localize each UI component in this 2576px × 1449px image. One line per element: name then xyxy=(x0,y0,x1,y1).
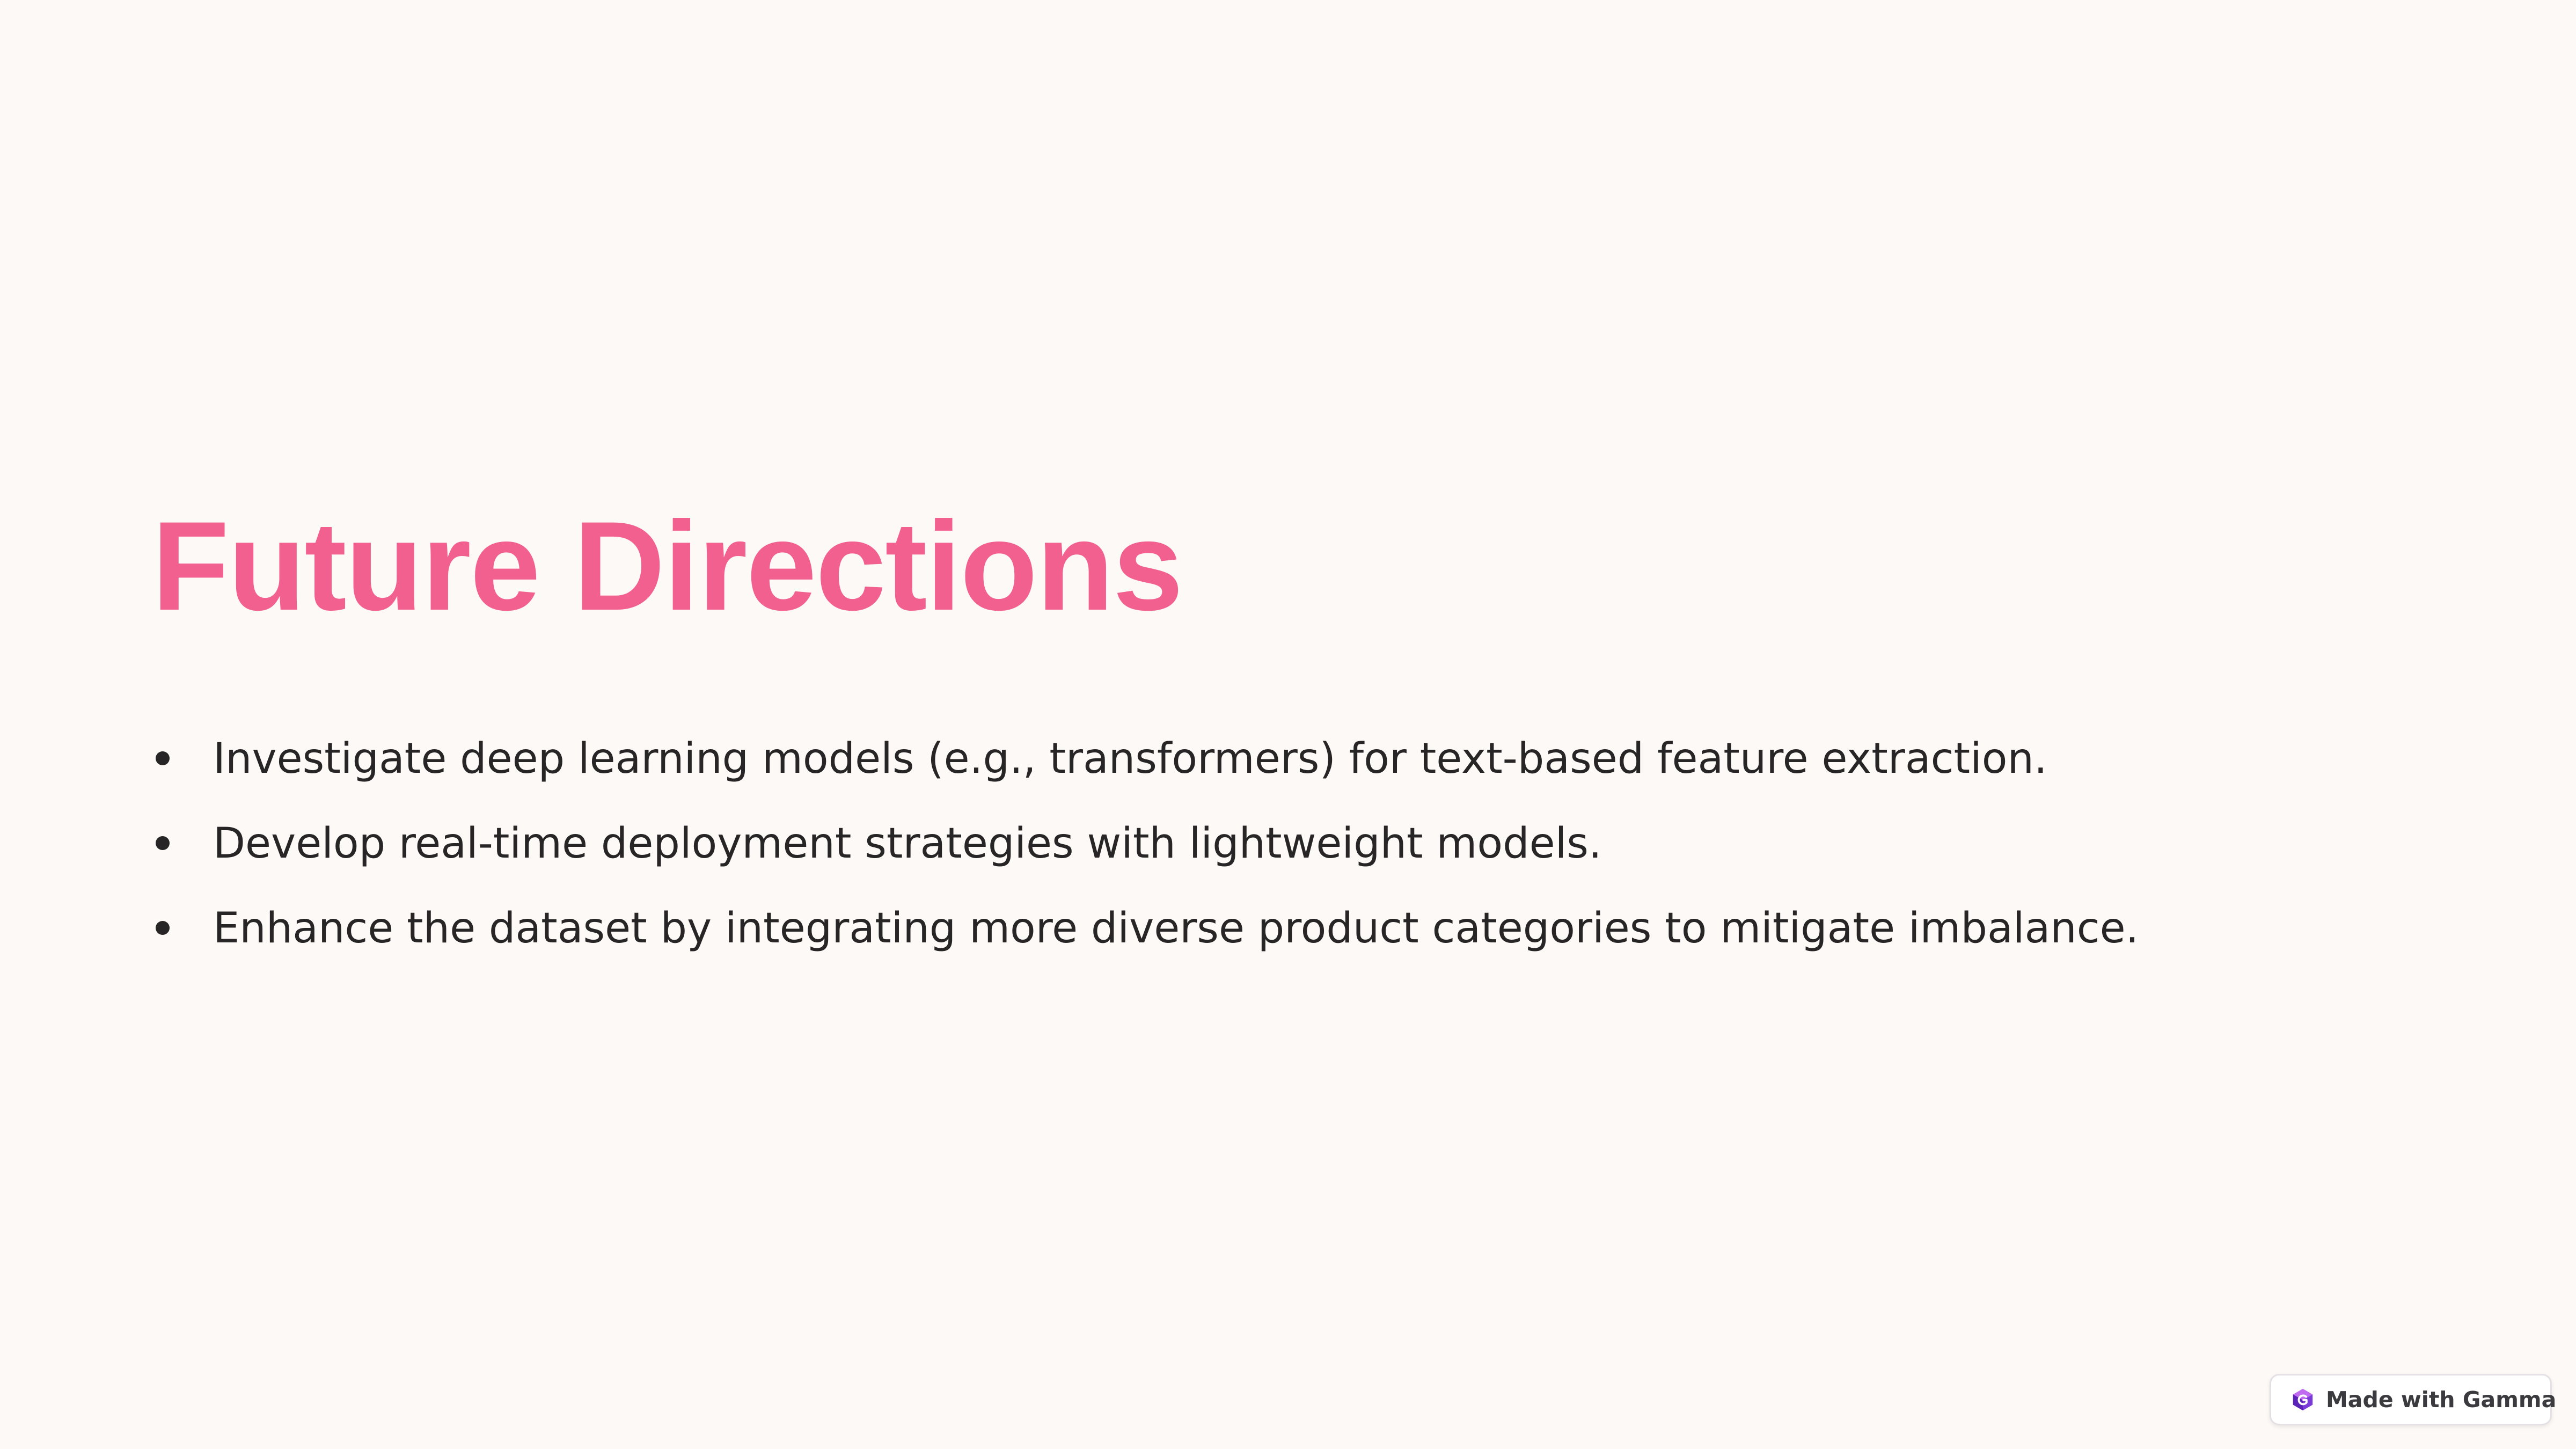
slide-title: Future Directions xyxy=(152,495,1183,637)
slide: Future Directions Investigate deep learn… xyxy=(0,0,2576,1449)
bullet-text: Enhance the dataset by integrating more … xyxy=(213,904,2139,953)
bullet-item: Develop real-time deployment strategies … xyxy=(152,801,2299,886)
bullet-dot-icon xyxy=(156,836,170,850)
bullet-list: Investigate deep learning models (e.g., … xyxy=(152,716,2299,971)
bullet-dot-icon xyxy=(156,921,170,935)
bullet-text: Develop real-time deployment strategies … xyxy=(213,819,1602,868)
bullet-dot-icon xyxy=(156,751,170,765)
gamma-logo-icon xyxy=(2293,1388,2313,1411)
made-with-gamma-badge[interactable]: Made with Gamma xyxy=(2270,1374,2556,1425)
slide-content: Future Directions Investigate deep learn… xyxy=(152,496,2299,971)
bullet-item: Enhance the dataset by integrating more … xyxy=(152,886,2299,971)
badge-label: Made with Gamma xyxy=(2326,1387,2557,1413)
bullet-item: Investigate deep learning models (e.g., … xyxy=(152,716,2299,801)
bullet-text: Investigate deep learning models (e.g., … xyxy=(213,735,2047,783)
